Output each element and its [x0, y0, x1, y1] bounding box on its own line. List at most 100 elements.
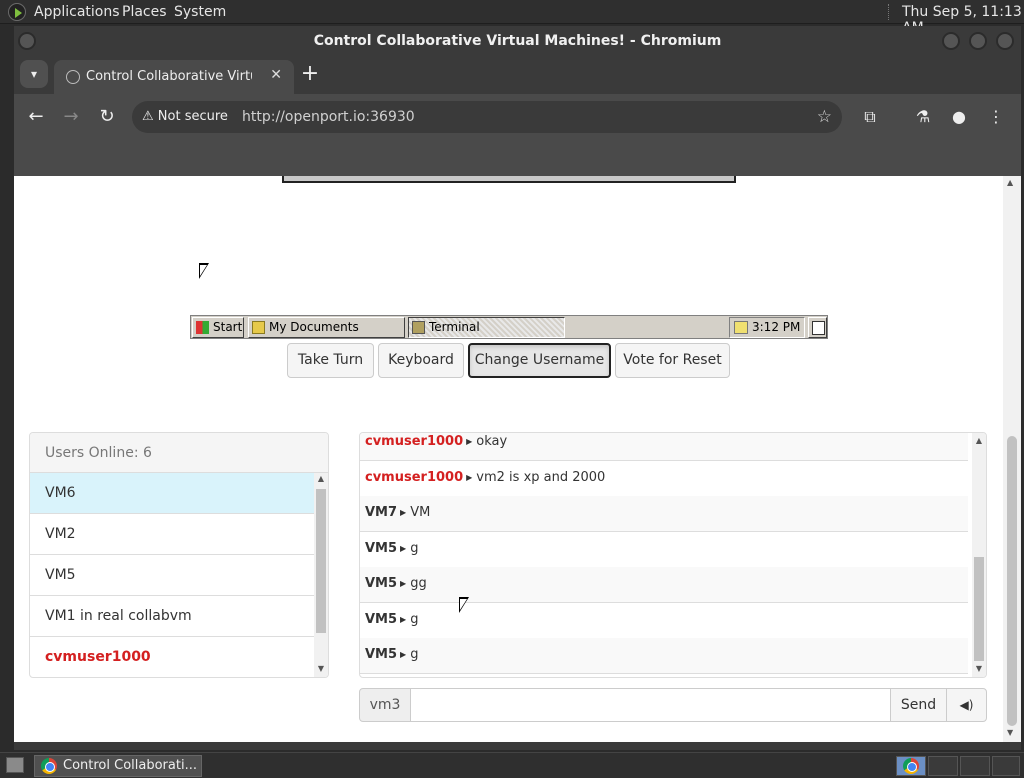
- page-scrollbar[interactable]: ▲ ▼: [1003, 176, 1021, 742]
- users-online-panel: Users Online: 6 VM6 VM2 VM5 VM1 in real …: [29, 432, 329, 678]
- kebab-menu-icon[interactable]: ⋮: [983, 104, 1009, 130]
- keyboard-button[interactable]: Keyboard: [378, 343, 464, 378]
- workspace-2[interactable]: [928, 756, 958, 776]
- bottom-taskbar: Control Collaborati...: [0, 752, 1024, 778]
- browser-window: Control Collaborative Virtual Machines! …: [14, 26, 1021, 750]
- caret-right-icon: ▶: [400, 650, 407, 659]
- user-list-item[interactable]: VM1 in real collabvm: [30, 596, 314, 637]
- workspace-3[interactable]: [960, 756, 990, 776]
- reload-button[interactable]: ↻: [94, 104, 120, 130]
- close-tab-icon[interactable]: ✕: [270, 67, 282, 83]
- window-menu-button[interactable]: [18, 32, 36, 50]
- scroll-down-icon[interactable]: ▼: [972, 663, 986, 675]
- caret-right-icon: ▶: [400, 544, 407, 553]
- chat-text: g: [410, 647, 419, 662]
- chat-scrollbar[interactable]: ▲ ▼: [972, 433, 986, 677]
- folder-icon: [252, 321, 265, 334]
- mouse-cursor-icon: [459, 597, 469, 613]
- globe-icon: [66, 70, 80, 84]
- taskbar-window-label: Control Collaborati...: [63, 758, 197, 773]
- vm-task-terminal[interactable]: Terminal: [408, 317, 565, 338]
- places-menu[interactable]: Places: [122, 4, 167, 20]
- taskbar-window-button[interactable]: Control Collaborati...: [34, 755, 202, 777]
- change-username-button[interactable]: Change Username: [468, 343, 611, 378]
- page-scrollbar-thumb[interactable]: [1007, 436, 1017, 726]
- arrow-right-icon: →: [63, 106, 79, 127]
- workspace-1[interactable]: [896, 756, 926, 776]
- scroll-up-icon[interactable]: ▲: [314, 473, 328, 485]
- chat-username: VM5: [365, 612, 398, 627]
- user-list-item[interactable]: VM5: [30, 555, 314, 596]
- tray-icon[interactable]: [734, 321, 748, 334]
- warning-icon: ⚠: [142, 109, 154, 124]
- vm-taskbar[interactable]: Start My Documents Terminal 3:12 PM: [190, 315, 828, 339]
- workspace-4[interactable]: [992, 756, 1020, 776]
- profile-avatar-icon[interactable]: ●: [946, 104, 972, 130]
- chat-message: VM5 ▶ gg: [360, 567, 968, 603]
- address-bar[interactable]: ⚠ Not secure http://openport.io:36930 ☆: [132, 101, 842, 133]
- terminal-icon: [412, 321, 425, 334]
- page-content: Start My Documents Terminal 3:12 PM Take…: [14, 176, 1021, 742]
- vm-show-desktop-icon[interactable]: [808, 317, 827, 338]
- user-list-item[interactable]: VM2: [30, 514, 314, 555]
- vote-reset-button[interactable]: Vote for Reset: [615, 343, 730, 378]
- volume-icon: ◀): [959, 698, 974, 712]
- os-logo-icon[interactable]: [8, 3, 26, 21]
- scroll-down-icon[interactable]: ▼: [1007, 728, 1013, 737]
- chat-username: VM7: [365, 505, 398, 520]
- chat-scrollbar-thumb[interactable]: [974, 557, 984, 661]
- close-window-button[interactable]: [996, 32, 1014, 50]
- security-label: Not secure: [157, 109, 228, 124]
- scroll-up-icon[interactable]: ▲: [972, 435, 986, 447]
- bookmark-star-icon[interactable]: ☆: [817, 106, 832, 128]
- vm-start-button[interactable]: Start: [192, 317, 244, 338]
- maximize-button[interactable]: [969, 32, 987, 50]
- show-desktop-icon[interactable]: [6, 757, 24, 773]
- applications-menu[interactable]: Applications: [34, 4, 120, 20]
- labs-flask-icon[interactable]: ⚗: [910, 104, 936, 130]
- tab-strip: ▾ Control Collaborative Virtual Machines…: [14, 56, 1021, 94]
- chat-text: vm2 is xp and 2000: [476, 470, 606, 485]
- take-turn-button[interactable]: Take Turn: [287, 343, 374, 378]
- users-online-heading: Users Online: 6: [30, 433, 328, 473]
- panel-separator: [888, 4, 890, 20]
- vm-screen[interactable]: [282, 176, 736, 183]
- send-button[interactable]: Send: [890, 688, 947, 722]
- chat-username: VM5: [365, 647, 398, 662]
- chat-input-group: vm3 Send ◀): [359, 688, 987, 722]
- volume-button[interactable]: ◀): [946, 688, 987, 722]
- chat-input[interactable]: [410, 688, 891, 722]
- user-list-item-self[interactable]: cvmuser1000: [30, 637, 314, 677]
- bookmark-bar: [14, 140, 1021, 176]
- mouse-cursor-icon: [199, 263, 209, 279]
- chat-message: VM7 ▶ VM: [360, 496, 968, 532]
- security-indicator[interactable]: ⚠ Not secure: [142, 106, 228, 128]
- users-scrollbar-thumb[interactable]: [316, 489, 326, 633]
- chat-text: okay: [476, 434, 508, 449]
- window-titlebar[interactable]: Control Collaborative Virtual Machines! …: [14, 26, 1021, 56]
- tab-title: Control Collaborative Virtual Machines!: [86, 69, 252, 84]
- vm-clock[interactable]: 3:12 PM: [752, 320, 800, 334]
- chat-username: cvmuser1000: [365, 434, 464, 449]
- forward-button[interactable]: →: [58, 104, 84, 130]
- new-tab-button[interactable]: +: [298, 62, 322, 86]
- minimize-button[interactable]: [942, 32, 960, 50]
- window-title: Control Collaborative Virtual Machines! …: [313, 33, 722, 49]
- extensions-icon[interactable]: ⧉: [857, 104, 883, 130]
- user-list-item[interactable]: VM6: [30, 473, 314, 514]
- scroll-down-icon[interactable]: ▼: [314, 663, 328, 675]
- reload-icon: ↻: [99, 106, 115, 127]
- system-menu[interactable]: System: [174, 4, 226, 20]
- chat-text: g: [410, 612, 419, 627]
- chat-username: VM5: [365, 576, 398, 591]
- users-scrollbar[interactable]: ▲ ▼: [314, 473, 328, 677]
- tab-active[interactable]: Control Collaborative Virtual Machines! …: [54, 60, 294, 94]
- url-text[interactable]: http://openport.io:36930: [242, 106, 415, 128]
- chat-text: g: [410, 541, 419, 556]
- vm-task-my-documents[interactable]: My Documents: [248, 317, 405, 338]
- caret-right-icon: ▶: [466, 437, 473, 446]
- scroll-up-icon[interactable]: ▲: [1007, 178, 1013, 187]
- chat-panel: cvmuser1000 ▶ okay cvmuser1000 ▶ vm2 is xp a…: [359, 432, 987, 678]
- back-button[interactable]: ←: [23, 104, 49, 130]
- tab-search-button[interactable]: ▾: [20, 60, 48, 88]
